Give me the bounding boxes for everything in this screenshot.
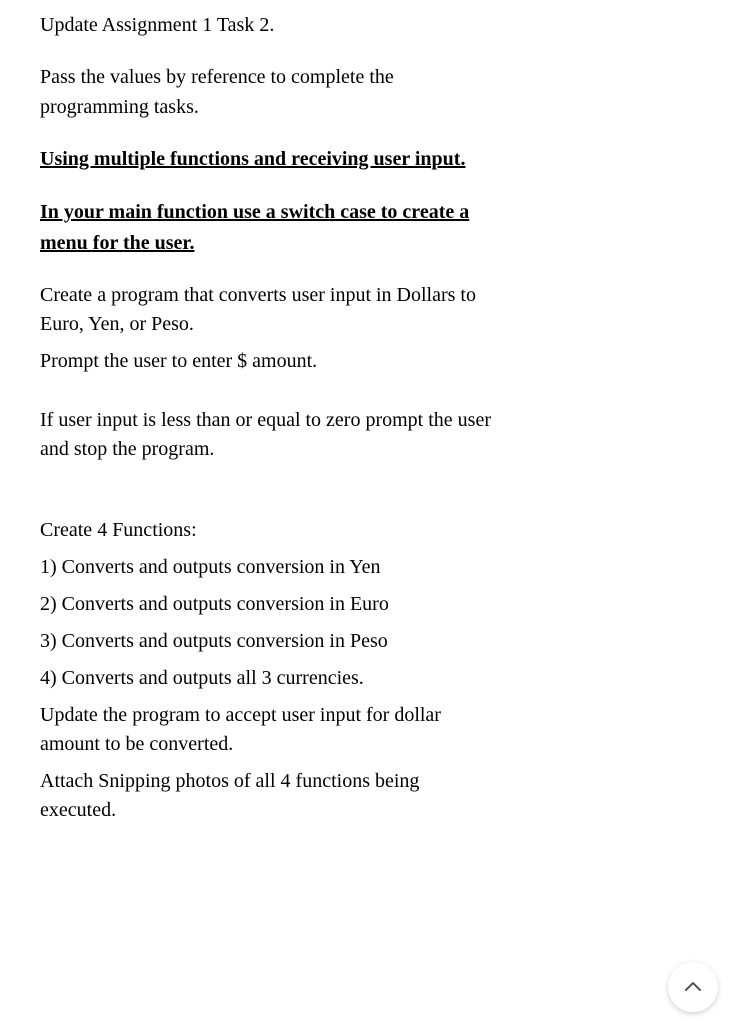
function-1: 1) Converts and outputs conversion in Ye… — [40, 553, 495, 582]
function-4: 4) Converts and outputs all 3 currencies… — [40, 664, 495, 693]
functions-header: Create 4 Functions: — [40, 516, 495, 545]
scroll-to-top-button[interactable] — [668, 962, 718, 1012]
intro-paragraph: Pass the values by reference to complete… — [40, 62, 495, 122]
update-instruction: Update the program to accept user input … — [40, 701, 495, 759]
validation-instruction: If user input is less than or equal to z… — [40, 406, 495, 464]
function-2: 2) Converts and outputs conversion in Eu… — [40, 590, 495, 619]
section-heading-switch: In your main function use a switch case … — [40, 197, 495, 259]
program-description: Create a program that converts user inpu… — [40, 281, 495, 339]
function-3: 3) Converts and outputs conversion in Pe… — [40, 627, 495, 656]
attach-instruction: Attach Snipping photos of all 4 function… — [40, 767, 495, 825]
section-heading-functions: Using multiple functions and receiving u… — [40, 144, 495, 175]
assignment-title: Update Assignment 1 Task 2. — [40, 10, 495, 40]
document-body: Update Assignment 1 Task 2. Pass the val… — [40, 10, 495, 825]
chevron-up-icon — [685, 978, 701, 996]
prompt-instruction: Prompt the user to enter $ amount. — [40, 347, 495, 376]
